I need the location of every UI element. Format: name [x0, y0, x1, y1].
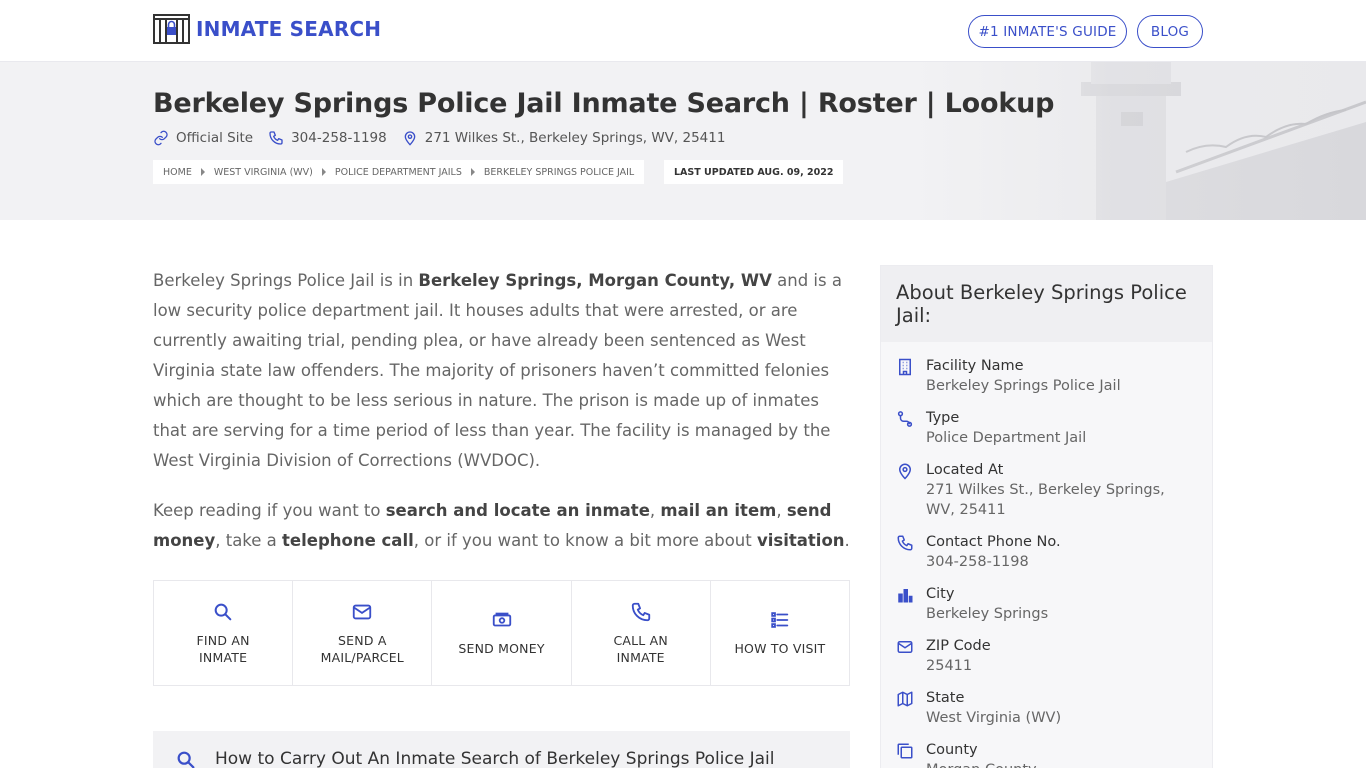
quick-actions: FIND AN INMATE SEND A MAIL/PARCEL SEND M… — [153, 580, 850, 686]
inmate-search-section-header: How to Carry Out An Inmate Search of Ber… — [153, 731, 850, 768]
phone-number: 304-258-1198 — [291, 130, 387, 146]
breadcrumb-state[interactable]: WEST VIRGINIA (WV) — [214, 167, 313, 178]
top-navbar: INMATE SEARCH #1 INMATE'S GUIDE BLOG — [0, 0, 1366, 62]
how-to-visit-button[interactable]: HOW TO VISIT — [711, 581, 849, 685]
detail-state: State West Virginia (WV) — [896, 688, 1197, 728]
call-inmate-button[interactable]: CALL AN INMATE — [572, 581, 711, 685]
detail-city: City Berkeley Springs — [896, 584, 1197, 624]
list-icon — [771, 612, 789, 628]
last-updated-badge: LAST UPDATED AUG. 09, 2022 — [664, 160, 844, 184]
address-text: 271 Wilkes St., Berkeley Springs, WV, 25… — [424, 130, 726, 146]
copy-icon — [897, 743, 913, 759]
detail-type: Type Police Department Jail — [896, 408, 1197, 448]
facility-details-list: Facility Name Berkeley Springs Police Jai… — [881, 342, 1212, 768]
blog-button[interactable]: BLOG — [1137, 15, 1203, 48]
section-title: How to Carry Out An Inmate Search of Ber… — [215, 749, 775, 768]
breadcrumb-category[interactable]: POLICE DEPARTMENT JAILS — [335, 167, 462, 178]
phone-icon — [269, 131, 283, 145]
phone-icon — [897, 535, 913, 551]
detail-contact-phone: Contact Phone No. 304-258-1198 — [896, 532, 1197, 572]
find-inmate-button[interactable]: FIND AN INMATE — [154, 581, 294, 685]
money-icon — [492, 612, 511, 627]
breadcrumb-home[interactable]: HOME — [163, 167, 192, 178]
facility-info-sidebar: About Berkeley Springs Police Jail: Faci… — [880, 265, 1213, 768]
breadcrumb-separator — [200, 168, 205, 176]
mail-icon — [353, 604, 372, 619]
detail-facility-name: Facility Name Berkeley Springs Police Jai… — [896, 356, 1197, 396]
search-icon — [214, 603, 232, 620]
detail-zip-code: ZIP Code 25411 — [896, 636, 1197, 676]
hero-banner: Berkeley Springs Police Jail Inmate Sear… — [0, 62, 1366, 220]
facility-meta-row: Official Site 304-258-1198 271 Wilkes St… — [153, 130, 740, 146]
map-icon — [897, 691, 913, 707]
detail-county: CountyMorgan County — [896, 740, 1197, 768]
intro-paragraph-1: Berkeley Springs Police Jail is in Berke… — [153, 271, 842, 470]
address-link[interactable]: 271 Wilkes St., Berkeley Springs, WV, 25… — [402, 130, 726, 146]
site-logo[interactable]: INMATE SEARCH — [153, 14, 381, 44]
breadcrumb-separator — [470, 168, 475, 176]
building-icon — [899, 358, 911, 376]
intro-paragraph-2: Keep reading if you want to search and l… — [153, 501, 850, 550]
prison-tower-illustration — [906, 62, 1366, 220]
mail-icon — [897, 641, 913, 653]
official-site-link[interactable]: Official Site — [153, 130, 253, 146]
link-icon — [154, 130, 168, 146]
breadcrumb-current: BERKELEY SPRINGS POLICE JAIL — [483, 166, 635, 178]
logo-text: INMATE SEARCH — [196, 17, 382, 41]
phone-link[interactable]: 304-258-1198 — [268, 130, 387, 146]
search-icon — [177, 751, 195, 768]
official-site-label: Official Site — [176, 130, 254, 146]
jail-lock-icon — [153, 14, 190, 44]
send-mail-button[interactable]: SEND A MAIL/PARCEL — [293, 581, 433, 685]
route-icon — [897, 411, 913, 427]
sidebar-title: About Berkeley Springs Police Jail: — [881, 266, 1212, 342]
inmates-guide-button[interactable]: #1 INMATE'S GUIDE — [968, 15, 1127, 48]
phone-icon — [631, 602, 650, 621]
intro-text: Berkeley Springs Police Jail is in Berke… — [153, 266, 853, 576]
detail-located-at: Located At 271 Wilkes St., Berkeley Sprin… — [896, 460, 1197, 520]
city-icon — [898, 589, 913, 603]
map-pin-icon — [898, 463, 912, 480]
page-title: Berkeley Springs Police Jail Inmate Sear… — [153, 88, 1055, 119]
map-pin-icon — [404, 131, 416, 146]
send-money-button[interactable]: SEND MONEY — [432, 581, 572, 685]
breadcrumb: HOME WEST VIRGINIA (WV) POLICE DEPARTMEN… — [153, 160, 645, 184]
breadcrumb-separator — [321, 168, 326, 176]
